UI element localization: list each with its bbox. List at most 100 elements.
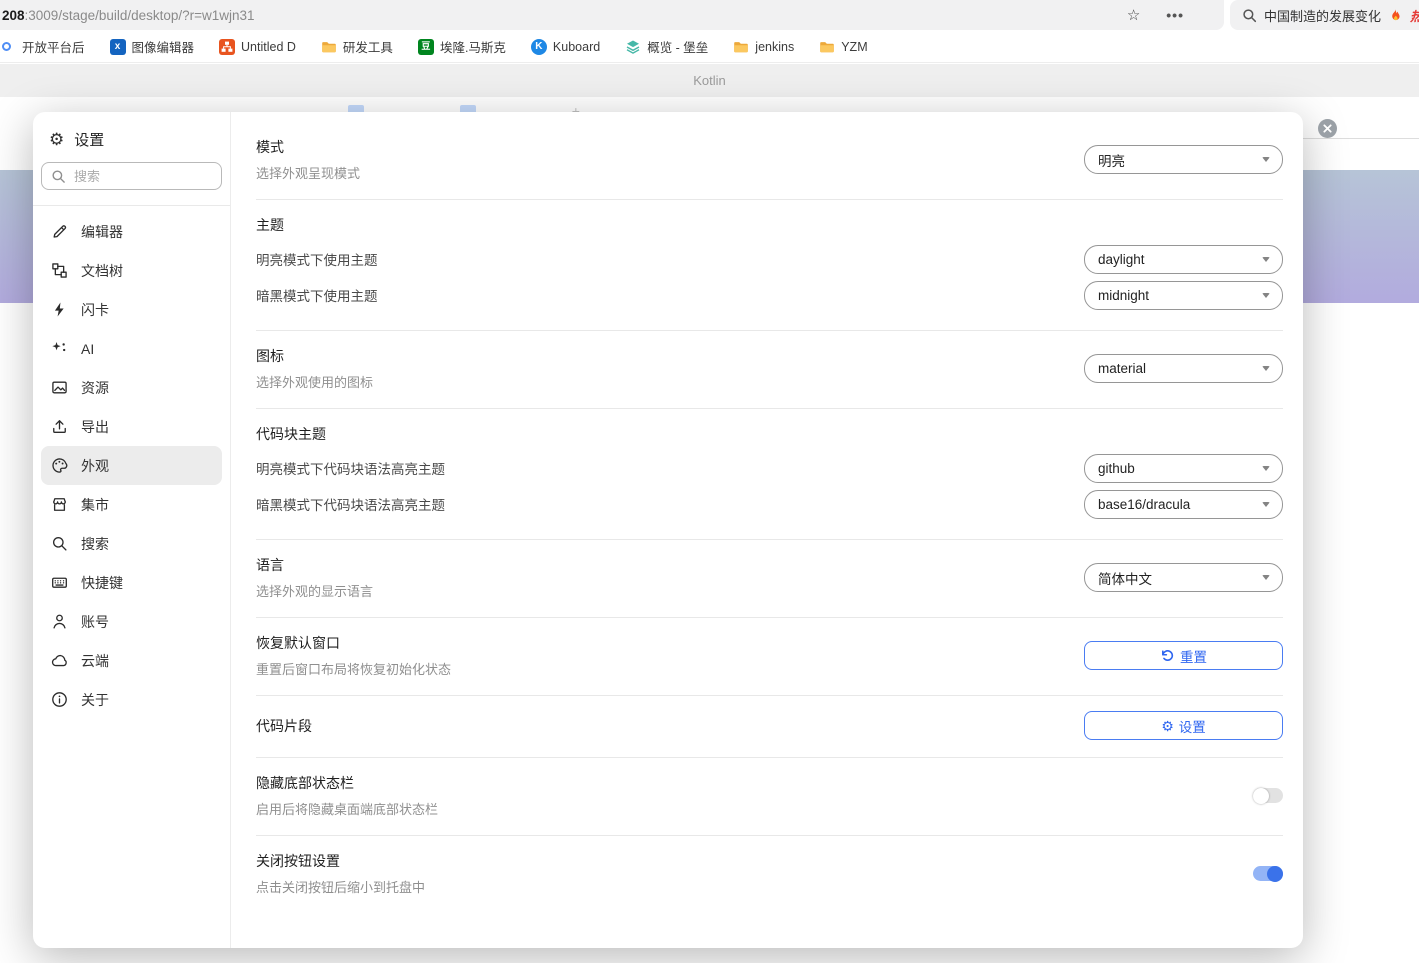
search-input[interactable] [74, 168, 212, 184]
page-tab-band: Kotlin [0, 64, 1419, 97]
folder-icon [321, 39, 337, 55]
section-desc: 点击关闭按钮后缩小到托盘中 [256, 880, 426, 895]
section-title: 代码块主题 [256, 426, 326, 442]
settings-section: 图标 选择外观使用的图标 material [256, 331, 1283, 409]
doc-tree-icon [51, 262, 68, 279]
star-icon[interactable]: ☆ [1127, 6, 1140, 24]
section-title: 代码片段 [256, 717, 312, 734]
s5-button[interactable]: 重置 [1084, 641, 1283, 670]
section-desc: 选择外观的显示语言 [256, 584, 374, 599]
sparkles-icon [51, 340, 68, 357]
select-s2[interactable]: material [1084, 354, 1283, 383]
section-title: 模式 [256, 139, 284, 155]
bookmark-item[interactable]: Untitled D [219, 38, 296, 55]
sidebar-item-person[interactable]: 账号 [41, 602, 222, 641]
sidebar-search-box[interactable] [41, 162, 222, 190]
bookmark-label: 研发工具 [342, 41, 393, 55]
sidebar-item-label: 关于 [81, 691, 109, 708]
org-chart-icon [219, 38, 236, 55]
chevron-down-icon [1262, 465, 1270, 471]
settings-row: 明亮模式下使用主题 daylight [256, 241, 1283, 277]
sidebar-item-image[interactable]: 资源 [41, 368, 222, 407]
bookmarks-bar: 开放平台后 x 图像编辑器 Untitled D 研发工具 豆埃隆.马斯克 K Kuboard… [0, 31, 1419, 63]
toggle-knob [1253, 787, 1269, 804]
sidebar-item-label: 文档树 [81, 262, 123, 279]
section-title: 隐藏底部状态栏 [256, 775, 354, 791]
bookmark-label: 埃隆.马斯克 [439, 41, 506, 55]
flame-icon [1388, 8, 1403, 23]
bookmark-item[interactable]: jenkins [733, 39, 794, 55]
sidebar-item-keyboard[interactable]: 快捷键 [41, 563, 222, 602]
close-icon[interactable] [1318, 119, 1337, 138]
bookmark-label: Untitled D [241, 39, 296, 54]
bookmark-label: 图像编辑器 [131, 41, 195, 55]
sidebar-item-export[interactable]: 导出 [41, 407, 222, 446]
sidebar-item-palette[interactable]: 外观 [41, 446, 222, 485]
hot-badge: 热 [1410, 6, 1419, 25]
select-s1r1[interactable]: midnight [1084, 280, 1283, 310]
bookmark-item[interactable]: K Kuboard [530, 38, 600, 55]
section-title: 语言 [256, 557, 284, 573]
sidebar-item-cloud[interactable]: 云端 [41, 641, 222, 680]
settings-content: 模式选择外观呈现模式 明亮主题明亮模式下使用主题 daylight 暗黑模式下使用主题… [231, 112, 1303, 948]
sidebar-item-doc-tree[interactable]: 文档树 [41, 251, 222, 290]
export-icon [51, 418, 68, 435]
sidebar-item-label: 编辑器 [81, 223, 123, 240]
settings-section: 代码片段 ⚙ 设置 [256, 696, 1283, 758]
gear-icon: ⚙ [49, 129, 65, 149]
chevron-down-icon [1262, 292, 1270, 298]
pencil-icon [51, 223, 68, 240]
bookmark-label: YZM [841, 39, 868, 54]
settings-section: 恢复默认窗口重置后窗口布局将恢复初始化状态 重置 [256, 618, 1283, 696]
section-desc: 选择外观呈现模式 [256, 166, 361, 181]
bookmark-item[interactable]: 开放平台后 [0, 37, 85, 56]
bookmark-item[interactable]: 研发工具 [321, 37, 393, 56]
bookmark-item[interactable]: x 图像编辑器 [109, 37, 195, 56]
sidebar-title: 设置 [74, 131, 105, 149]
settings-section: 关闭按钮设置 点击关闭按钮后缩小到托盘中 [256, 836, 1283, 913]
select-s3r0[interactable]: github [1084, 453, 1283, 483]
person-icon [51, 613, 68, 630]
sidebar-item-store[interactable]: 集市 [41, 485, 222, 524]
address-bar[interactable]: 208:3009/stage/build/desktop/?r=w1wjn31 … [0, 0, 1224, 30]
s6-button[interactable]: ⚙ 设置 [1084, 711, 1283, 740]
section-desc: 重置后窗口布局将恢复初始化状态 [256, 662, 452, 677]
settings-section: 模式选择外观呈现模式 明亮 [256, 122, 1283, 200]
row-label: 明亮模式下代码块语法高亮主题 [256, 462, 445, 477]
section-title: 恢复默认窗口 [256, 635, 340, 651]
square-glyph-icon: 豆 [417, 38, 434, 55]
square-letter-icon: x [109, 38, 126, 55]
toggle-s8[interactable] [1253, 865, 1283, 882]
select-s4[interactable]: 简体中文 [1084, 563, 1283, 592]
sidebar-item-pencil[interactable]: 编辑器 [41, 212, 222, 251]
sidebar-item-sparkles[interactable]: AI [41, 329, 222, 368]
palette-icon [51, 457, 68, 474]
settings-section: 语言选择外观的显示语言 简体中文 [256, 540, 1283, 618]
settings-row: 暗黑模式下代码块语法高亮主题 base16/dracula [256, 486, 1283, 522]
gear-icon: ⚙ [1161, 717, 1174, 734]
section-title: 主题 [256, 217, 284, 233]
toggle-s7[interactable] [1253, 787, 1283, 804]
search-icon [51, 169, 66, 184]
select-s1r0[interactable]: daylight [1084, 244, 1283, 274]
hot-search-text: 中国制造的发展变化 [1264, 8, 1382, 24]
search-icon [1242, 8, 1257, 23]
sidebar-item-lightning[interactable]: 闪卡 [41, 290, 222, 329]
sidebar-item-search[interactable]: 搜索 [41, 524, 222, 563]
row-label: 明亮模式下使用主题 [256, 253, 378, 268]
chevron-down-icon [1262, 256, 1270, 262]
sidebar-item-label: 快捷键 [81, 574, 123, 591]
bookmark-item[interactable]: YZM [819, 39, 868, 55]
image-icon [51, 379, 68, 396]
ellipsis-icon[interactable]: ••• [1166, 7, 1184, 23]
chevron-down-icon [1262, 157, 1270, 162]
select-s0[interactable]: 明亮 [1084, 145, 1283, 174]
bookmark-item[interactable]: 豆埃隆.马斯克 [417, 37, 506, 56]
section-desc: 选择外观使用的图标 [256, 375, 374, 390]
hot-search-widget[interactable]: 中国制造的发展变化 热 [1230, 0, 1419, 30]
bookmark-item[interactable]: 概览 - 堡垒 [625, 37, 708, 56]
sidebar-item-info[interactable]: 关于 [41, 680, 222, 719]
lightning-icon [51, 301, 68, 318]
row-label: 暗黑模式下使用主题 [256, 289, 378, 304]
select-s3r1[interactable]: base16/dracula [1084, 489, 1283, 519]
